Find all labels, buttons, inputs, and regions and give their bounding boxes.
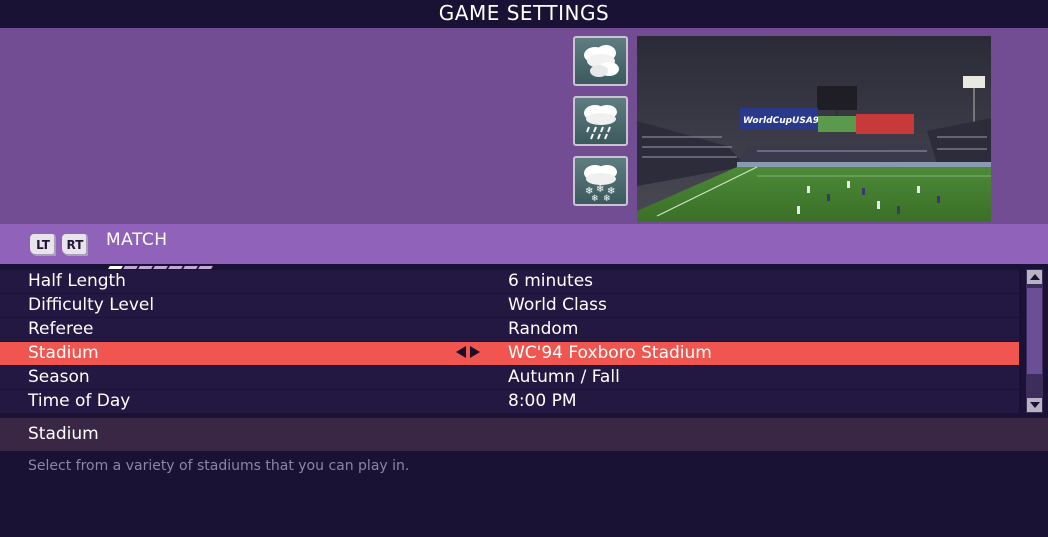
- setting-value: Random: [508, 319, 579, 339]
- weather-snow-button[interactable]: ❄ ❄ ❄ ❄ ❄: [573, 156, 628, 206]
- stadium-preview-image: WorldCupUSA94: [637, 36, 991, 222]
- value-selector-arrows[interactable]: [456, 342, 484, 365]
- settings-row[interactable]: Half Length 6 minutes: [0, 270, 1019, 293]
- page-dash: [138, 266, 153, 269]
- page-dash: [108, 266, 123, 269]
- page-title: GAME SETTINGS: [0, 0, 1048, 28]
- match-category-bar: LT RT MATCH: [0, 224, 1048, 269]
- setting-value: Autumn / Fall: [508, 367, 620, 387]
- setting-label: Half Length: [28, 271, 126, 291]
- weather-cloudy-button[interactable]: [573, 36, 628, 86]
- setting-value: World Class: [508, 295, 607, 315]
- settings-scrollbar[interactable]: [1026, 269, 1043, 413]
- lt-trigger-button[interactable]: LT: [30, 234, 56, 256]
- settings-row[interactable]: Referee Random: [0, 318, 1019, 341]
- cloudy-icon: [584, 45, 619, 77]
- settings-row[interactable]: Difficulty Level World Class: [0, 294, 1019, 317]
- scroll-down-icon[interactable]: [1027, 398, 1042, 412]
- settings-row[interactable]: Season Autumn / Fall: [0, 366, 1019, 389]
- settings-row[interactable]: Time of Day 8:00 PM: [0, 390, 1019, 413]
- scroll-up-icon[interactable]: [1027, 270, 1042, 284]
- settings-row[interactable]: Stadium WC'94 Foxboro Stadium: [0, 342, 1019, 365]
- stadium-banner-text: WorldCupUSA94: [743, 116, 825, 126]
- description-title: Stadium: [28, 424, 99, 444]
- setting-label: Season: [28, 367, 90, 387]
- setting-label: Stadium: [28, 343, 99, 363]
- svg-text:❄: ❄: [591, 194, 599, 201]
- page-dash: [183, 266, 198, 269]
- setting-value: 6 minutes: [508, 271, 594, 291]
- page-dash: [198, 266, 213, 269]
- category-title: MATCH: [106, 230, 168, 250]
- scroll-thumb[interactable]: [1027, 288, 1042, 374]
- rt-trigger-button[interactable]: RT: [62, 234, 88, 256]
- page-dash: [168, 266, 183, 269]
- arrow-left-icon[interactable]: [456, 346, 466, 358]
- rain-icon: [584, 105, 617, 140]
- category-page-indicator: [108, 254, 214, 269]
- svg-text:❄: ❄: [603, 194, 611, 201]
- snow-icon: ❄ ❄ ❄ ❄ ❄: [584, 165, 617, 201]
- weather-rain-button[interactable]: [573, 96, 628, 146]
- description-text: Select from a variety of stadiums that y…: [28, 458, 410, 474]
- page-dash: [153, 266, 168, 269]
- setting-label: Time of Day: [28, 391, 131, 411]
- setting-label: Difficulty Level: [28, 295, 155, 315]
- page-dash: [123, 266, 138, 269]
- settings-list: Half Length 6 minutes Difficulty Level Worl…: [0, 270, 1019, 414]
- setting-value: WC'94 Foxboro Stadium: [508, 343, 712, 363]
- description-title-bar: Stadium: [0, 418, 1048, 451]
- setting-label: Referee: [28, 319, 94, 339]
- arrow-right-icon[interactable]: [470, 346, 480, 358]
- setting-value: 8:00 PM: [508, 391, 577, 411]
